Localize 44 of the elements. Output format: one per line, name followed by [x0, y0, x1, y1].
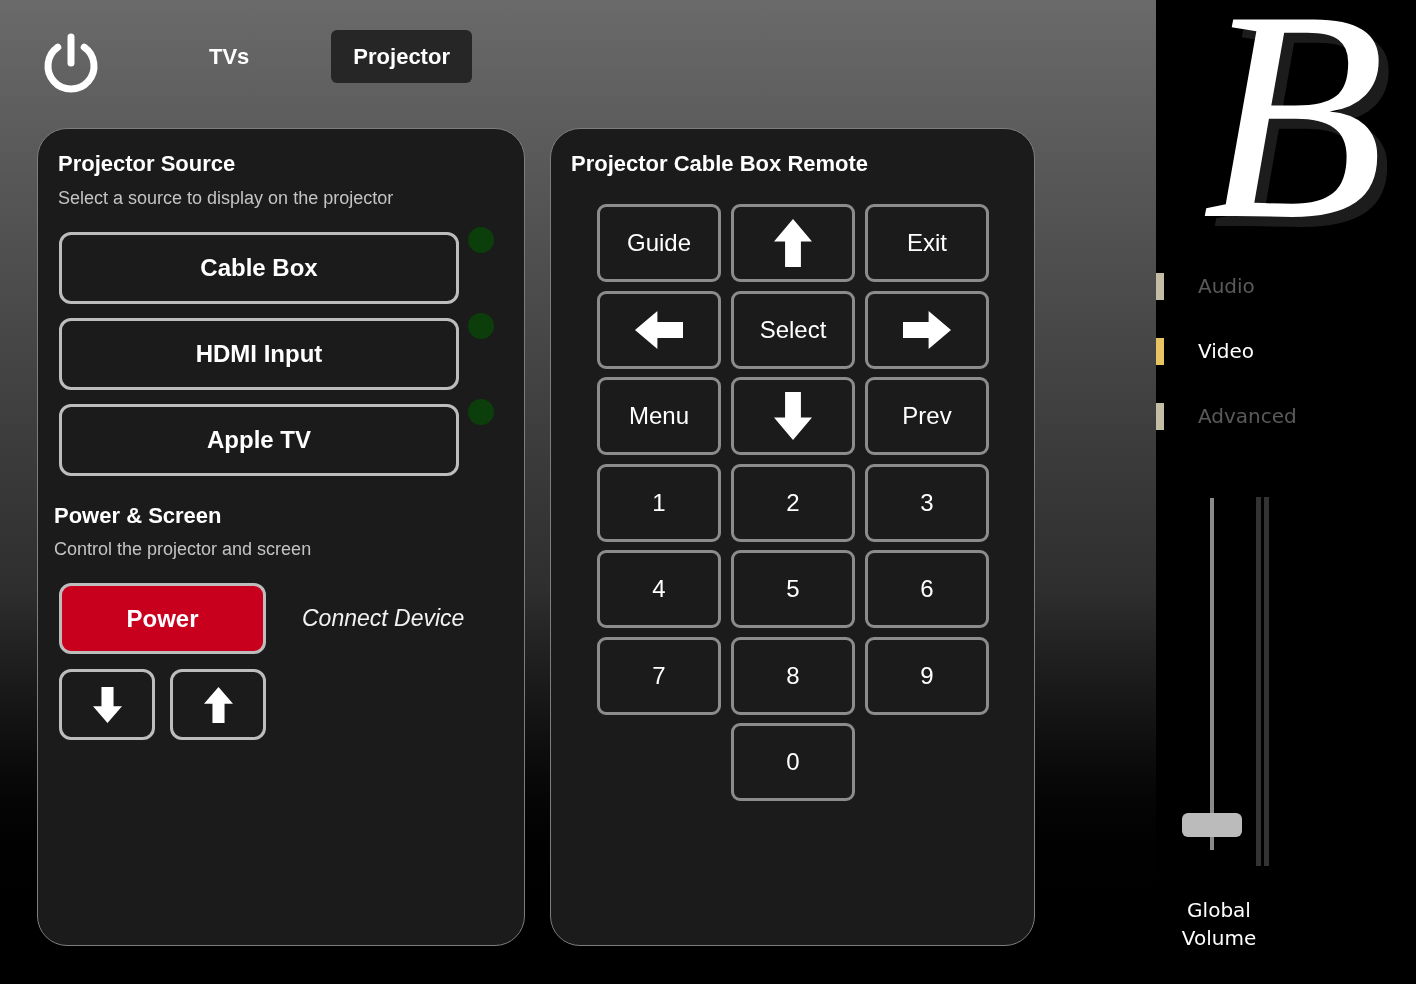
source-button[interactable]: Apple TV — [59, 404, 459, 476]
connect-device-label: Connect Device — [302, 604, 465, 634]
remote-key[interactable]: Exit — [865, 204, 989, 282]
remote-key[interactable]: 5 — [731, 550, 855, 628]
remote-key[interactable]: Guide — [597, 204, 721, 282]
remote-key[interactable]: Select — [731, 290, 855, 369]
panel-title: Projector Cable Box Remote — [571, 150, 870, 178]
source-button[interactable]: HDMI Input — [59, 318, 459, 390]
remote-key[interactable]: 1 — [597, 463, 721, 542]
section-title: Power & Screen — [54, 502, 223, 530]
power-icon[interactable] — [43, 33, 99, 93]
remote-key[interactable]: Menu — [597, 377, 721, 455]
panel-title: Projector Source — [58, 150, 237, 178]
remote-key[interactable] — [597, 290, 721, 369]
volume-label: Global Volume — [1180, 897, 1258, 952]
remote-key[interactable]: 8 — [731, 636, 855, 715]
remote-key[interactable]: 3 — [865, 463, 989, 542]
right-arrow-icon — [903, 310, 951, 349]
left-arrow-icon — [635, 310, 683, 349]
remote-key[interactable]: 7 — [597, 636, 721, 715]
remote-key[interactable]: Prev — [865, 377, 989, 455]
screen-button[interactable] — [170, 669, 266, 740]
remote-key[interactable]: 4 — [597, 550, 721, 628]
logo: B — [1202, 0, 1386, 230]
power-button[interactable]: Power — [59, 583, 266, 654]
remote-key[interactable]: 9 — [865, 636, 989, 715]
down-arrow-icon — [774, 392, 812, 440]
remote-key[interactable] — [865, 290, 989, 369]
remote-key[interactable]: 6 — [865, 550, 989, 628]
section-subtitle: Control the projector and screen — [54, 538, 313, 561]
tab[interactable]: TVs — [187, 30, 272, 83]
down-arrow-icon — [92, 686, 122, 723]
volume-slider-thumb[interactable] — [1182, 813, 1242, 838]
remote-key[interactable] — [731, 204, 855, 282]
tab[interactable]: Projector — [331, 30, 472, 83]
remote-key[interactable]: 2 — [731, 463, 855, 542]
nav-item[interactable]: Video — [1156, 338, 1255, 365]
up-arrow-icon — [774, 219, 812, 267]
remote-key[interactable]: 0 — [731, 723, 855, 801]
up-arrow-icon — [203, 686, 233, 723]
panel-subtitle: Select a source to display on the projector — [58, 187, 395, 210]
remote-key[interactable] — [731, 377, 855, 455]
source-button[interactable]: Cable Box — [59, 232, 459, 304]
screen-button[interactable] — [59, 669, 155, 740]
